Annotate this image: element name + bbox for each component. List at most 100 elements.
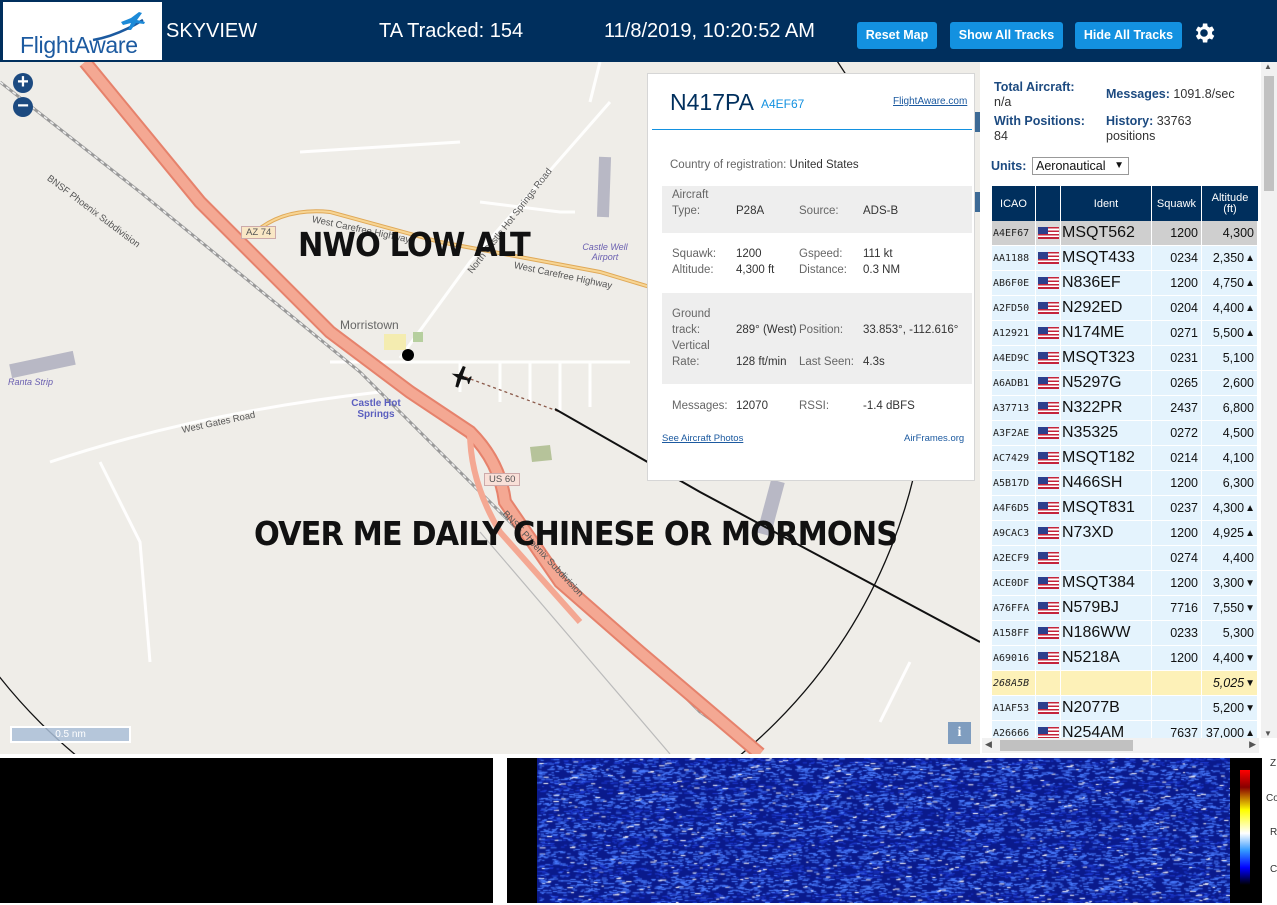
cell-icao: A4ED9C: [992, 346, 1036, 370]
cell-altitude: 3,300 ▼: [1202, 571, 1258, 595]
col-flag[interactable]: [1036, 186, 1061, 221]
popup-callsign: N417PA: [670, 89, 754, 115]
cell-ident: MSQT433: [1061, 246, 1152, 270]
table-row[interactable]: A69016 N5218A 1200 4,400 ▼: [992, 646, 1258, 671]
airframes-link[interactable]: AirFrames.org: [904, 433, 964, 444]
position-label: Position:: [799, 324, 844, 336]
altitude-value: 7,550: [1212, 601, 1245, 615]
aircraft-type-value: P28A: [736, 205, 765, 217]
reset-map-button[interactable]: Reset Map: [857, 22, 937, 49]
edge-glyph-c: C: [1270, 864, 1277, 875]
popup-section-track: [662, 293, 972, 384]
with-positions-value: 84: [994, 129, 1008, 143]
scroll-left-icon[interactable]: ◀: [985, 739, 992, 750]
cell-flag: [1036, 246, 1061, 270]
flightaware-logo[interactable]: FlightAware: [3, 2, 162, 60]
cell-flag: [1036, 446, 1061, 470]
table-row[interactable]: A4F6D5 MSQT831 0237 4,300 ▲: [992, 496, 1258, 521]
total-aircraft-label-text: Total Aircraft:: [994, 80, 1075, 94]
cell-squawk: 0214: [1152, 446, 1202, 470]
cell-altitude: 4,400 ▼: [1202, 646, 1258, 670]
table-row[interactable]: A12921 N174ME 0271 5,500 ▲: [992, 321, 1258, 346]
us-flag-icon: [1037, 477, 1059, 489]
table-row[interactable]: AA1188 MSQT433 0234 2,350 ▲: [992, 246, 1258, 271]
cell-ident: N35325: [1061, 421, 1152, 445]
cell-squawk: 0272: [1152, 421, 1202, 445]
hide-all-tracks-button[interactable]: Hide All Tracks: [1075, 22, 1182, 49]
cell-squawk: [1152, 696, 1202, 720]
cell-icao: A2ECF9: [992, 546, 1036, 570]
us-flag-icon: [1037, 352, 1059, 364]
ground-track-label-1: Ground: [672, 308, 711, 320]
altitude-trend-icon: ▲: [1245, 302, 1255, 314]
position-value: 33.853°, -112.616°: [863, 324, 959, 336]
horizontal-scroll-thumb[interactable]: [1000, 740, 1133, 751]
flightaware-link[interactable]: FlightAware.com: [893, 96, 967, 107]
cell-altitude: 5,500 ▲: [1202, 321, 1258, 345]
col-icao[interactable]: ICAO: [992, 186, 1036, 221]
panel-horizontal-scrollbar[interactable]: ◀ ▶: [982, 738, 1259, 753]
cell-squawk: 1200: [1152, 646, 1202, 670]
table-row[interactable]: A2FD50 N292ED 0204 4,400 ▲: [992, 296, 1258, 321]
cell-ident: MSQT323: [1061, 346, 1152, 370]
table-row[interactable]: 268A5B 5,025 ▼: [992, 671, 1258, 696]
show-all-tracks-button[interactable]: Show All Tracks: [950, 22, 1063, 49]
col-squawk[interactable]: Squawk: [1152, 186, 1202, 221]
table-row[interactable]: A5B17D N466SH 1200 6,300: [992, 471, 1258, 496]
altitude-value: 4,300: [1222, 226, 1254, 240]
table-row[interactable]: ACE0DF MSQT384 1200 3,300 ▼: [992, 571, 1258, 596]
col-altitude[interactable]: Altitude (ft): [1202, 186, 1258, 221]
units-select[interactable]: Aeronautical ▼: [1032, 157, 1129, 175]
table-row[interactable]: A9CAC3 N73XD 1200 4,925 ▲: [992, 521, 1258, 546]
squawk-value: 1200: [736, 248, 762, 260]
altitude-value: 4,300 ft: [736, 264, 775, 276]
units-label-text: Units:: [991, 159, 1027, 173]
cell-altitude: 4,400 ▲: [1202, 296, 1258, 320]
cell-icao: A4F6D5: [992, 496, 1036, 520]
table-row[interactable]: A1AF53 N2077B 5,200 ▼: [992, 696, 1258, 721]
altitude-trend-icon: ▼: [1245, 602, 1255, 614]
vertical-scroll-thumb[interactable]: [1264, 76, 1274, 191]
scroll-up-icon[interactable]: ▲: [1264, 62, 1272, 71]
cell-squawk: [1152, 671, 1202, 695]
panel-vertical-scrollbar[interactable]: ▲ ▼: [1261, 62, 1277, 738]
cell-altitude: 5,200 ▼: [1202, 696, 1258, 720]
scroll-down-icon[interactable]: ▼: [1264, 729, 1272, 738]
altitude-trend-icon: ▼: [1245, 677, 1255, 689]
zoom-in-button[interactable]: +: [13, 72, 33, 93]
table-row[interactable]: AC7429 MSQT182 0214 4,100: [992, 446, 1258, 471]
table-row[interactable]: A3F2AE N35325 0272 4,500: [992, 421, 1258, 446]
scroll-right-icon[interactable]: ▶: [1249, 739, 1256, 750]
info-button[interactable]: i: [948, 722, 971, 744]
altitude-value: 5,300: [1222, 626, 1254, 640]
cell-flag: [1036, 671, 1061, 695]
cell-icao: A69016: [992, 646, 1036, 670]
table-row[interactable]: A2ECF9 0274 4,400: [992, 546, 1258, 571]
us-flag-icon: [1037, 427, 1059, 439]
history-label: History: 33763: [1106, 114, 1191, 128]
zoom-out-button[interactable]: −: [13, 96, 33, 117]
cell-ident: N836EF: [1061, 271, 1152, 295]
col-ident[interactable]: Ident: [1061, 186, 1152, 221]
map-label-morristown: Morristown: [340, 318, 399, 332]
cell-squawk: 0265: [1152, 371, 1202, 395]
table-row[interactable]: A6ADB1 N5297G 0265 2,600: [992, 371, 1258, 396]
table-row[interactable]: A4ED9C MSQT323 0231 5,100: [992, 346, 1258, 371]
table-row[interactable]: A4EF67 MSQT562 1200 4,300: [992, 221, 1258, 246]
aircraft-photos-link[interactable]: See Aircraft Photos: [662, 433, 743, 444]
cell-ident: N73XD: [1061, 521, 1152, 545]
cell-ident: N466SH: [1061, 471, 1152, 495]
aircraft-info-popup: N417PA A4EF67 FlightAware.com Country of…: [647, 73, 975, 481]
table-row[interactable]: A37713 N322PR 2437 6,800: [992, 396, 1258, 421]
gear-icon[interactable]: [1191, 20, 1217, 46]
black-panel: [0, 758, 493, 903]
table-row[interactable]: A158FF N186WW 0233 5,300: [992, 621, 1258, 646]
cell-flag: [1036, 521, 1061, 545]
us-flag-icon: [1037, 452, 1059, 464]
cell-icao: A5B17D: [992, 471, 1036, 495]
cell-altitude: 4,400: [1202, 546, 1258, 570]
aircraft-type-label-1: Aircraft: [672, 189, 709, 201]
table-row[interactable]: AB6F0E N836EF 1200 4,750 ▲: [992, 271, 1258, 296]
units-select-value: Aeronautical: [1036, 159, 1106, 173]
table-row[interactable]: A76FFA N579BJ 7716 7,550 ▼: [992, 596, 1258, 621]
